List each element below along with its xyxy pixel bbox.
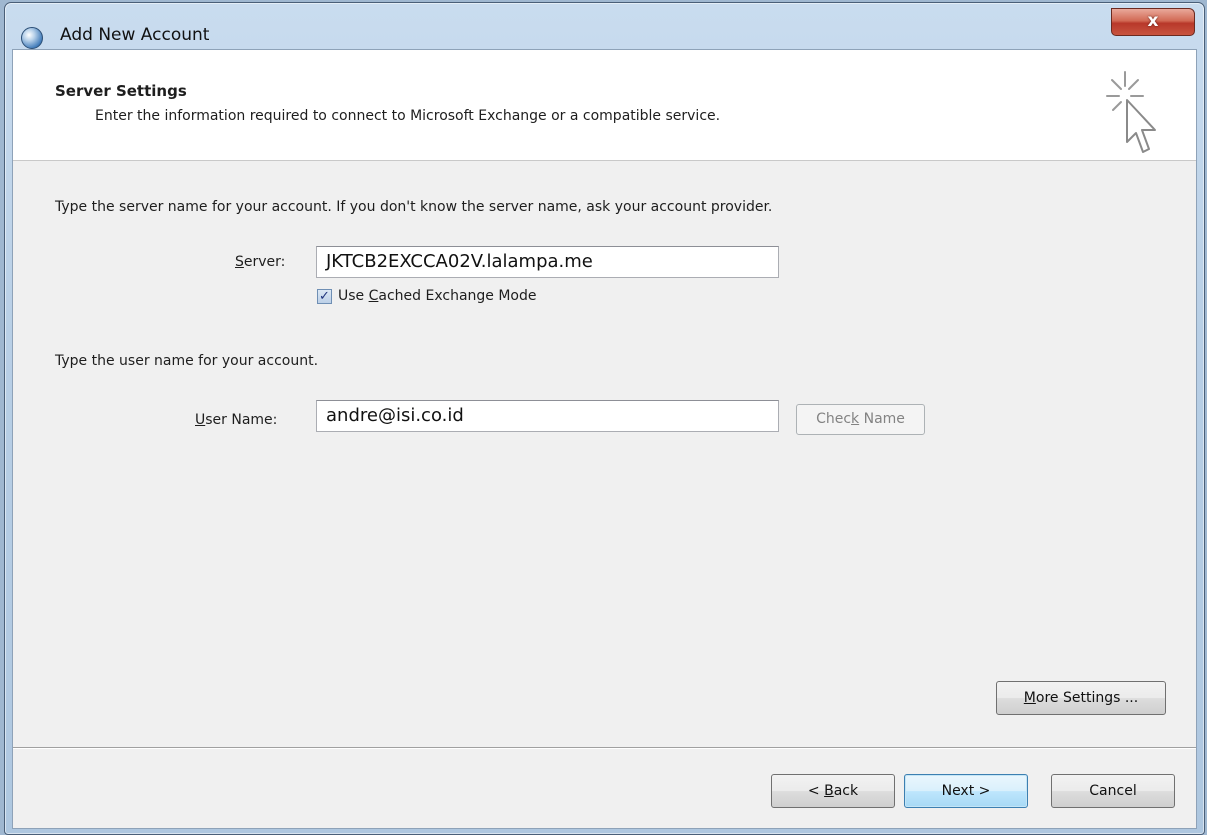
next-button[interactable]: Next > [904, 774, 1028, 808]
page-title: Server Settings [55, 82, 187, 100]
cached-mode-checkbox[interactable]: ✓ [317, 289, 332, 304]
window-title: Add New Account [60, 25, 210, 45]
server-input[interactable]: JKTCB2EXCCA02V.lalampa.me [316, 246, 779, 278]
more-settings-button[interactable]: More Settings ... [996, 681, 1166, 715]
cancel-button[interactable]: Cancel [1051, 774, 1175, 808]
dialog-window: Add New Account x Server Settings Enter … [4, 2, 1205, 835]
app-icon [21, 27, 43, 49]
back-button[interactable]: < Back [771, 774, 895, 808]
footer-divider [13, 747, 1196, 749]
server-label: Server: [235, 254, 286, 270]
server-instruction: Type the server name for your account. I… [55, 199, 773, 215]
page-subtitle: Enter the information required to connec… [95, 108, 721, 124]
user-name-label: User Name: [195, 412, 278, 428]
close-button[interactable]: x [1111, 8, 1195, 36]
user-name-input[interactable]: andre@isi.co.id [316, 400, 779, 432]
title-bar[interactable]: Add New Account x [5, 3, 1204, 49]
cursor-sparkle-icon [1106, 71, 1156, 153]
dialog-client-area: Server Settings Enter the information re… [12, 49, 1197, 829]
header-band: Server Settings Enter the information re… [13, 50, 1196, 161]
user-instruction: Type the user name for your account. [55, 353, 319, 369]
cached-mode-label[interactable]: Use Cached Exchange Mode [338, 288, 537, 304]
close-icon: x [1147, 11, 1159, 31]
check-name-button[interactable]: Check Name [796, 404, 925, 435]
